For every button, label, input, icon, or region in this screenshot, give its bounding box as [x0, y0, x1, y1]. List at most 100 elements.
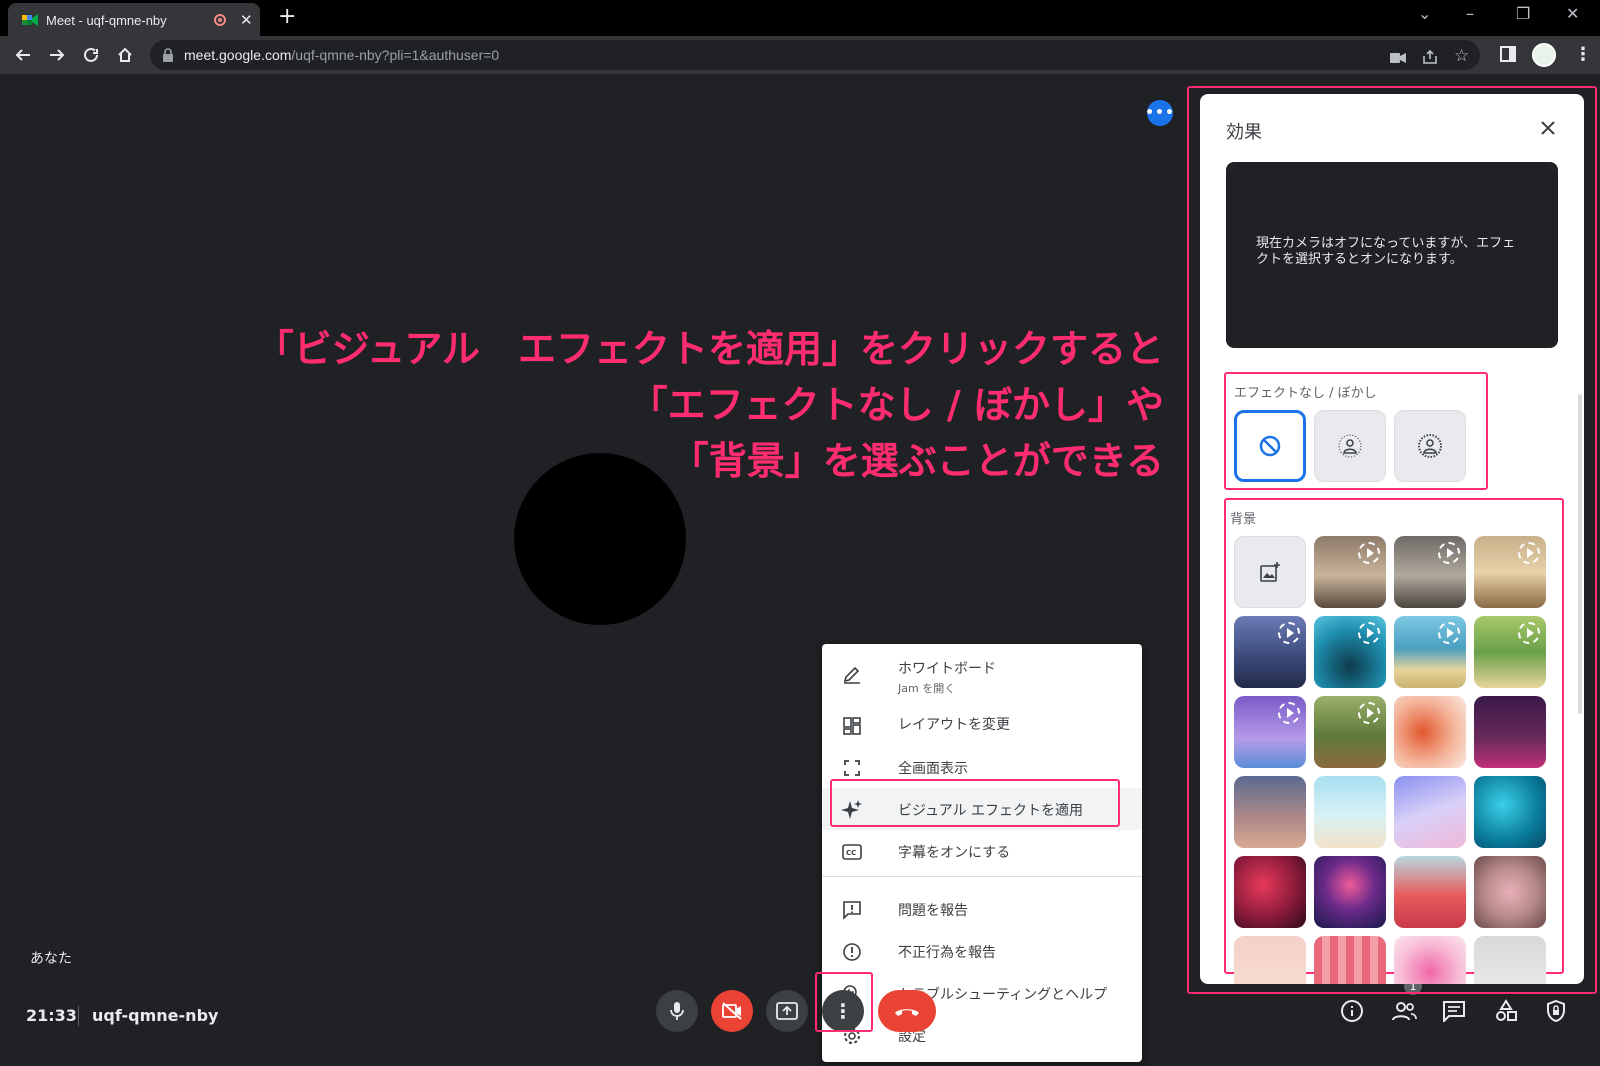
menu-divider [822, 876, 1142, 877]
tab-close-icon[interactable]: ✕ [240, 11, 253, 29]
background-option[interactable] [1474, 616, 1546, 688]
url-text: meet.google.com/uqf-qmne-nby?pli=1&authu… [184, 47, 499, 63]
background-option[interactable] [1314, 536, 1386, 608]
annotation-line-1: 「ビジュアル エフェクトを適用」をクリックすると [255, 327, 1164, 371]
background-option[interactable] [1474, 936, 1546, 984]
forward-icon[interactable] [44, 42, 70, 68]
side-panel-icon[interactable] [1500, 46, 1516, 66]
menu-item-label: 全画面表示 [898, 761, 968, 777]
menu-item-change-layout[interactable]: レイアウトを変更 [822, 704, 1142, 746]
browser-menu-icon[interactable]: ⋮ [1574, 44, 1592, 65]
new-tab-icon[interactable]: + [278, 6, 296, 28]
microphone-icon [670, 1002, 684, 1020]
background-option[interactable] [1234, 936, 1306, 984]
share-icon[interactable] [1422, 49, 1438, 68]
background-option[interactable] [1474, 856, 1546, 928]
panel-title: 効果 [1226, 122, 1262, 143]
slight-blur-icon [1338, 434, 1362, 458]
chat-icon [1443, 1001, 1465, 1022]
close-icon[interactable] [1534, 114, 1562, 142]
menu-item-report-problem[interactable]: 問題を報告 [822, 888, 1142, 930]
people-icon [1392, 1002, 1417, 1021]
menu-item-report-abuse[interactable]: 不正行為を報告 [822, 930, 1142, 972]
meeting-time: 21:33 [26, 1006, 77, 1025]
bookmark-star-icon[interactable]: ☆ [1454, 46, 1469, 66]
background-option[interactable] [1314, 696, 1386, 768]
tab-search-icon[interactable]: ⌄ [1418, 4, 1431, 23]
animated-background-icon [1358, 702, 1380, 724]
svg-text:CC: CC [846, 849, 856, 857]
bar-separator [78, 1006, 79, 1026]
no-effect-icon [1259, 435, 1281, 457]
background-option[interactable] [1314, 936, 1386, 984]
upload-background-button[interactable] [1234, 536, 1306, 608]
host-controls-button[interactable] [1540, 995, 1572, 1027]
fullscreen-icon [840, 756, 864, 780]
no-effect-option[interactable] [1234, 410, 1306, 482]
blur-option[interactable] [1394, 410, 1466, 482]
tab-title: Meet - uqf-qmne-nby [46, 13, 167, 28]
background-option[interactable] [1394, 856, 1466, 928]
effects-panel: 効果 現在カメラはオフになっていますが、エフェクトを選択するとオンになります。 … [1200, 94, 1584, 984]
menu-item-label: 問題を報告 [898, 903, 968, 919]
background-option[interactable] [1234, 776, 1306, 848]
window-close-icon[interactable]: ✕ [1566, 4, 1579, 23]
present-screen-icon [776, 1002, 798, 1020]
background-option[interactable] [1394, 936, 1466, 984]
meet-favicon-icon [22, 14, 38, 26]
blur-icon [1418, 434, 1442, 458]
add-image-icon [1260, 562, 1280, 582]
animated-background-icon [1438, 542, 1460, 564]
background-option[interactable] [1394, 616, 1466, 688]
menu-item-label: ホワイトボード [898, 661, 996, 677]
address-bar[interactable]: meet.google.com/uqf-qmne-nby?pli=1&authu… [150, 40, 1480, 70]
menu-item-captions[interactable]: CC 字幕をオンにする [822, 830, 1142, 872]
background-option[interactable] [1394, 776, 1466, 848]
leave-call-button[interactable] [878, 990, 936, 1032]
background-option[interactable] [1234, 856, 1306, 928]
back-icon[interactable] [10, 42, 36, 68]
alert-icon [840, 940, 864, 964]
menu-item-whiteboard[interactable]: ホワイトボード Jam を開く [822, 652, 1142, 704]
background-option[interactable] [1474, 696, 1546, 768]
camera-in-use-icon[interactable] [1390, 49, 1406, 68]
camera-off-icon [722, 1002, 742, 1020]
background-option[interactable] [1474, 776, 1546, 848]
background-option[interactable] [1474, 536, 1546, 608]
profile-avatar[interactable] [1532, 43, 1556, 67]
hang-up-icon [895, 1009, 919, 1016]
slight-blur-option[interactable] [1314, 410, 1386, 482]
microphone-button[interactable] [656, 990, 698, 1032]
chat-button[interactable] [1438, 995, 1470, 1027]
panel-scrollbar[interactable] [1578, 394, 1582, 714]
more-options-icon[interactable]: ••• [1145, 100, 1174, 126]
background-option[interactable] [1314, 856, 1386, 928]
browser-tab-bar: Meet - uqf-qmne-nby ✕ + ⌄ – ❐ ✕ [0, 0, 1600, 36]
home-icon[interactable] [112, 42, 138, 68]
lock-icon [163, 48, 173, 62]
highlight-visual-effects [830, 779, 1120, 827]
background-option[interactable] [1314, 616, 1386, 688]
shield-lock-icon [1547, 999, 1565, 1023]
background-option[interactable] [1314, 776, 1386, 848]
background-option[interactable] [1394, 696, 1466, 768]
animated-background-icon [1438, 622, 1460, 644]
meeting-details-button[interactable] [1336, 995, 1368, 1027]
restore-icon[interactable]: ❐ [1516, 4, 1530, 23]
background-option[interactable] [1234, 696, 1306, 768]
self-tile-label: あなた [30, 951, 72, 967]
reload-icon[interactable] [78, 42, 104, 68]
camera-preview: 現在カメラはオフになっていますが、エフェクトを選択するとオンになります。 [1226, 162, 1558, 348]
present-button[interactable] [766, 990, 808, 1032]
minimize-icon[interactable]: – [1466, 4, 1474, 23]
background-option[interactable] [1234, 616, 1306, 688]
meet-stage: ••• 「ビジュアル エフェクトを適用」をクリックすると 「エフェクトなし / … [0, 74, 1600, 1066]
background-option[interactable] [1394, 536, 1466, 608]
activities-button[interactable] [1490, 995, 1522, 1027]
camera-button[interactable] [711, 990, 753, 1032]
browser-tab[interactable]: Meet - uqf-qmne-nby ✕ [8, 3, 260, 36]
menu-item-sublabel: Jam を開く [898, 682, 956, 695]
participants-button[interactable] [1388, 995, 1420, 1027]
browser-toolbar: meet.google.com/uqf-qmne-nby?pli=1&authu… [0, 36, 1600, 74]
annotation-line-2: 「エフェクトなし / ぼかし」や [629, 383, 1164, 427]
